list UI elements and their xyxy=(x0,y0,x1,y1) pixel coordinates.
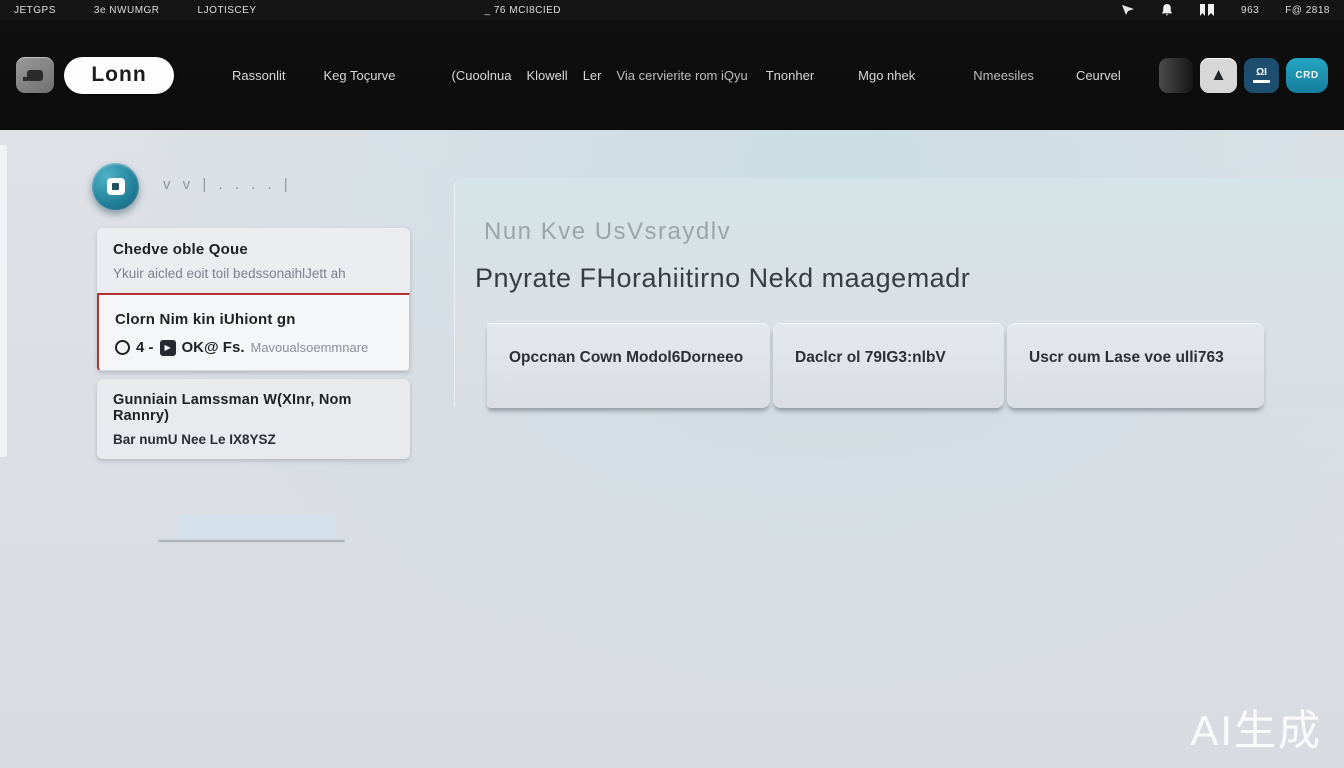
workspace-button[interactable]: ΩI xyxy=(1244,58,1279,93)
nav-menu: Rassonlit Keg Toçurve (Cuoolnua Klowell … xyxy=(232,68,1121,83)
nav-item-5[interactable]: Ler xyxy=(583,68,602,83)
annotation-marks: v v | . . . . | xyxy=(163,176,292,193)
topbar-item-2[interactable]: 3e NWUMGR xyxy=(94,5,160,16)
main-navbar: Lonn Rassonlit Keg Toçurve (Cuoolnua Klo… xyxy=(0,20,1344,130)
nav-item-8[interactable]: Mgo nhek xyxy=(858,68,915,83)
workspace-glyph: ΩI xyxy=(1256,67,1267,78)
selected-item-detail-row: 4 - ▶ OK@ Fs. Mavoualsoemmnare xyxy=(115,339,393,356)
summary-card[interactable]: Gunniain Lamssman W(XInr, Nom Rannry) Ba… xyxy=(97,379,410,459)
topbar-meta: F@ 2818 xyxy=(1285,5,1330,16)
nav-item-6[interactable]: Via cervierite rom iQyu xyxy=(616,68,747,83)
app-launcher-button[interactable] xyxy=(16,57,54,93)
divider-line xyxy=(158,540,345,542)
queue-card-subtitle: Ykuir aicled eoit toil bedssonaihlJett a… xyxy=(113,266,394,281)
ai-watermark: AI生成 xyxy=(1190,697,1322,758)
nav-item-1[interactable]: Rassonlit xyxy=(232,68,285,83)
camera-icon xyxy=(27,70,43,81)
stop-square-icon xyxy=(107,178,125,195)
nav-actions: ▲ ΩI CRD xyxy=(1159,58,1328,93)
selected-item-title: Clorn Nim kin iUhiont gn xyxy=(115,311,393,328)
topbar-item-4[interactable]: _ 76 MCI8CIED xyxy=(485,5,562,16)
faded-button[interactable] xyxy=(178,514,336,539)
left-edge-strip xyxy=(0,145,7,457)
play-badge-icon: ▶ xyxy=(160,340,176,356)
underline-bar-icon xyxy=(1253,80,1270,83)
item-number: 4 - xyxy=(136,339,154,356)
summary-card-title: Gunniain Lamssman W(XInr, Nom Rannry) xyxy=(113,392,394,424)
aperture-tool-button[interactable]: ▲ xyxy=(1200,58,1237,93)
topbar-item-1[interactable]: JETGPS xyxy=(14,5,56,16)
item-code: OK@ Fs. xyxy=(182,339,245,356)
item-note: Mavoualsoemmnare xyxy=(250,340,368,355)
record-fab-button[interactable] xyxy=(92,163,139,210)
bookmark-icon[interactable] xyxy=(1199,4,1215,17)
queue-card[interactable]: Chedve oble Qoue Ykuir aicled eoit toil … xyxy=(97,228,410,293)
queue-card-title: Chedve oble Qoue xyxy=(113,241,394,258)
topbar-item-3[interactable]: LJOTISCEY xyxy=(198,5,257,16)
cta-button[interactable]: CRD xyxy=(1286,58,1328,93)
radio-circle-icon[interactable] xyxy=(115,340,130,355)
hero-eyebrow: Nun Kve UsVsraydlv xyxy=(484,218,731,246)
page-title: Pnyrate FHorahiitirno Nekd maagemadr xyxy=(475,263,970,294)
ghost-action-button[interactable] xyxy=(1159,58,1193,93)
triangle-icon: ▲ xyxy=(1210,65,1227,85)
hero-card-row: Opccnan Cown Modol6Dorneeo Daclcr ol 79I… xyxy=(487,323,1264,408)
nav-item-2[interactable]: Keg Toçurve xyxy=(323,68,395,83)
nav-item-3[interactable]: (Cuoolnua xyxy=(452,68,512,83)
brand-logo[interactable]: Lonn xyxy=(64,57,174,94)
nav-item-9[interactable]: Nmeesiles xyxy=(973,68,1034,83)
summary-card-subtitle: Bar numU Nee Le IX8YSZ xyxy=(113,432,394,447)
nav-item-7[interactable]: Tnonher xyxy=(766,68,814,83)
nav-item-10[interactable]: Ceurvel xyxy=(1076,68,1121,83)
selected-item-card[interactable]: Clorn Nim kin iUhiont gn 4 - ▶ OK@ Fs. M… xyxy=(97,293,410,371)
bell-icon[interactable] xyxy=(1161,4,1173,17)
notification-count: 963 xyxy=(1241,5,1259,16)
cursor-icon[interactable] xyxy=(1121,4,1135,16)
nav-item-4[interactable]: Klowell xyxy=(527,68,568,83)
hero-card-2[interactable]: Daclcr ol 79IG3:nlbV xyxy=(773,323,1004,408)
hero-card-1[interactable]: Opccnan Cown Modol6Dorneeo xyxy=(487,323,770,408)
hero-card-3[interactable]: Uscr oum Lase voe ulli763 xyxy=(1007,323,1264,408)
task-card-stack: Chedve oble Qoue Ykuir aicled eoit toil … xyxy=(97,228,410,467)
top-utility-bar: JETGPS 3e NWUMGR LJOTISCEY _ 76 MCI8CIED… xyxy=(0,0,1344,20)
